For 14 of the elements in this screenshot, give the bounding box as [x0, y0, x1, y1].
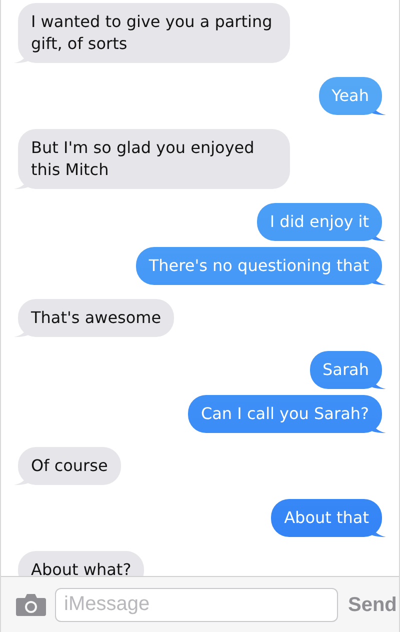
message-bubble: About that: [271, 499, 382, 537]
message-bubble: That's awesome: [18, 299, 174, 337]
message-input[interactable]: iMessage: [55, 588, 338, 622]
message-bubble: I did enjoy it: [256, 203, 382, 241]
message-bubble: Of course: [18, 447, 121, 485]
message-bubble: Yeah: [318, 77, 382, 115]
message-bubble: There's no questioning that: [136, 247, 382, 285]
message-bubble: But I'm so glad you enjoyed this Mitch: [18, 129, 290, 189]
message-bubble: Sarah: [310, 351, 382, 389]
message-bubble: About what?: [18, 551, 144, 576]
message-bubble: Can I call you Sarah?: [188, 395, 382, 433]
message-bubble: I wanted to give you a parting gift, of sorts: [18, 3, 290, 63]
camera-icon[interactable]: [15, 592, 47, 616]
send-button[interactable]: Send: [346, 590, 399, 620]
